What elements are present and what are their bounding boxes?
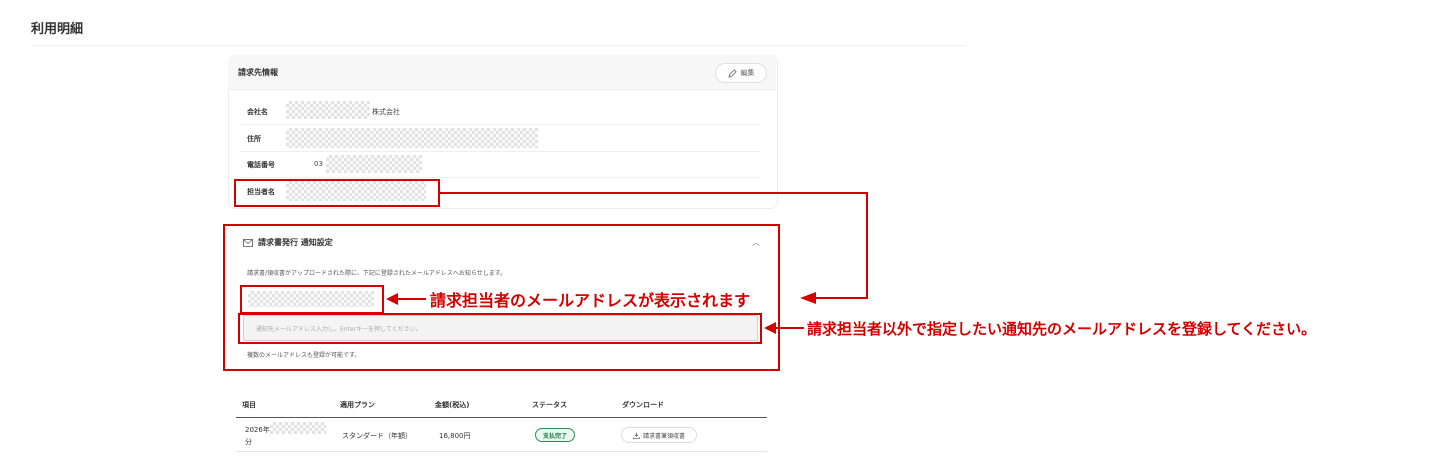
chevron-up-icon[interactable]: ︿: [752, 237, 760, 248]
row-divider: [240, 177, 760, 178]
address-redacted: [286, 128, 538, 148]
edit-button-label: 編集: [740, 69, 755, 77]
arrow-left-icon: [386, 293, 426, 305]
column-header-download: ダウンロード: [622, 401, 664, 409]
contact-person-highlight: [234, 179, 440, 207]
arrow-left-icon: [800, 292, 816, 304]
address-label: 住所: [247, 135, 261, 143]
notification-note: 複数のメールアドレスも登録が可能です。: [247, 352, 361, 359]
status-badge: 支払完了: [535, 428, 575, 442]
billing-info-header: [228, 55, 776, 90]
download-icon: [633, 431, 640, 439]
column-header-status: ステータス: [532, 401, 567, 409]
phone-redacted: [326, 155, 422, 173]
row-amount: 16,800円: [439, 432, 471, 440]
phone-label: 電話番号: [247, 161, 275, 169]
column-header-amount: 金額(税込): [435, 401, 470, 409]
billing-info-title: 請求先情報: [238, 68, 278, 77]
notification-settings-title-row: 請求書発行 通知設定: [243, 237, 333, 248]
row-divider: [240, 151, 760, 152]
title-divider: [31, 45, 965, 46]
notification-settings-title: 請求書発行 通知設定: [258, 238, 333, 247]
row-item-suffix: 分: [245, 438, 252, 446]
connector-line: [440, 192, 868, 194]
connector-line: [866, 192, 868, 299]
pencil-icon: [727, 68, 737, 78]
table-row-divider: [236, 451, 767, 452]
callout-contact-email: 請求担当者のメールアドレスが表示されます: [430, 291, 751, 310]
page-title: 利用明細: [31, 22, 84, 37]
table-header-divider: [236, 417, 767, 418]
row-divider: [240, 124, 760, 125]
registered-email-highlight: [240, 285, 384, 314]
company-name-redacted: [286, 101, 370, 119]
phone-value: 03: [314, 160, 323, 168]
connector-line: [815, 297, 868, 299]
notification-description: 請求書/領収書がアップロードされた際に、下記に登録されたメールアドレスへお知らせ…: [247, 270, 507, 277]
download-invoice-button[interactable]: 請求書兼領収書: [621, 427, 697, 443]
arrow-left-icon: [764, 322, 804, 334]
company-name-label: 会社名: [247, 108, 268, 116]
column-header-plan: 適用プラン: [340, 401, 375, 409]
row-plan: スタンダード（年額）: [342, 432, 412, 440]
column-header-item: 項目: [242, 401, 256, 409]
envelope-icon: [243, 238, 253, 247]
row-item-redacted: [270, 422, 326, 434]
edit-button[interactable]: 編集: [715, 63, 767, 83]
email-input-highlight: [238, 313, 762, 344]
company-name-value: 株式会社: [372, 108, 400, 116]
callout-additional-email: 請求担当者以外で指定したい通知先のメールアドレスを登録してください。: [807, 320, 1317, 338]
download-invoice-label: 請求書兼領収書: [642, 432, 685, 440]
row-item-prefix: 2026年: [245, 426, 270, 434]
